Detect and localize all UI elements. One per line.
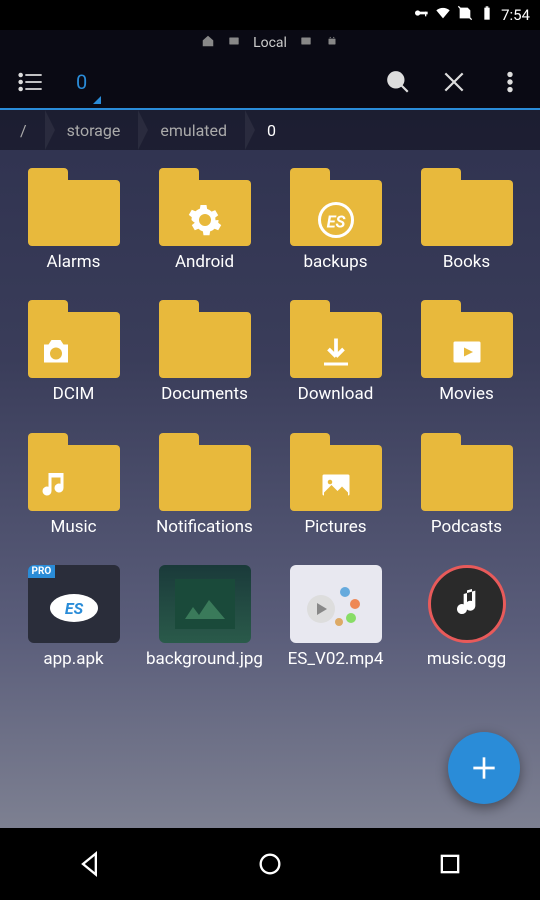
wifi-icon [435,5,451,25]
image-icon [318,467,354,503]
folder-item[interactable]: Alarms [12,168,135,272]
status-bar: 7:54 [0,0,540,30]
folder-icon [421,300,513,378]
tab-local-label[interactable]: Local [253,35,287,51]
file-label: backups [304,252,368,272]
folder-icon [421,168,513,246]
overflow-menu-button[interactable] [488,60,532,104]
file-label: Android [175,252,234,272]
file-label: DCIM [53,384,95,404]
file-item[interactable]: music.ogg [405,565,528,669]
file-label: Movies [439,384,494,404]
breadcrumb-segment[interactable]: storage [47,110,141,150]
folder-icon [28,168,120,246]
file-item[interactable]: background.jpg [143,565,266,669]
file-label: Notifications [156,517,253,537]
file-label: Pictures [304,517,366,537]
status-time: 7:54 [501,6,530,24]
android-nav-bar [0,828,540,900]
file-item[interactable]: ES_V02.mp4 [274,565,397,669]
svg-text:ES: ES [326,214,345,233]
file-label: Documents [161,384,248,404]
folder-item[interactable]: Android [143,168,266,272]
folder-item[interactable]: Movies [405,300,528,404]
download-icon [318,334,354,370]
folder-item[interactable]: Documents [143,300,266,404]
action-bar: 0 [0,56,540,110]
file-label: Books [443,252,490,272]
file-label: Music [50,517,96,537]
folder-item[interactable]: Music [12,433,135,537]
breadcrumb: / storage emulated 0 [0,110,540,150]
folder-item[interactable]: ES backups [274,168,397,272]
folder-icon [290,433,382,511]
file-label: Podcasts [431,517,502,537]
image-thumbnail [159,565,251,643]
breadcrumb-segment[interactable]: / [0,110,47,150]
apk-thumbnail: PRO ES [28,565,120,643]
recent-button[interactable] [420,844,480,884]
file-label: Download [298,384,374,404]
folder-icon [159,168,251,246]
home-button[interactable] [240,844,300,884]
file-item[interactable]: PRO ES app.apk [12,565,135,669]
close-button[interactable] [432,60,476,104]
home-icon[interactable] [201,34,215,52]
battery-icon [479,5,495,25]
folder-icon [290,300,382,378]
back-button[interactable] [60,844,120,884]
play-icon [449,334,485,370]
folder-icon [28,300,120,378]
music-icon [38,467,74,503]
breadcrumb-segment[interactable]: 0 [247,110,296,150]
audio-thumbnail [428,565,506,643]
folder-item[interactable]: Download [274,300,397,404]
folder-item[interactable]: Pictures [274,433,397,537]
window-tab-number: 0 [76,70,87,94]
folder-item[interactable]: Books [405,168,528,272]
android-icon[interactable] [325,34,339,52]
file-label: Alarms [47,252,101,272]
no-sim-icon [457,5,473,25]
window-tab-indicator[interactable]: 0 [64,56,99,108]
add-fab[interactable] [448,732,520,804]
svg-text:ES: ES [64,599,83,618]
folder-item[interactable]: Notifications [143,433,266,537]
menu-button[interactable] [8,60,52,104]
folder-icon [28,433,120,511]
camera-icon [38,334,74,370]
folder-icon: ES [290,168,382,246]
file-label: ES_V02.mp4 [288,649,384,669]
key-icon [413,5,429,25]
gear-icon [187,202,223,238]
folder-icon [159,433,251,511]
folder-item[interactable]: Podcasts [405,433,528,537]
pro-badge: PRO [28,565,56,578]
file-label: music.ogg [427,649,506,669]
folder-item[interactable]: DCIM [12,300,135,404]
sdcard-icon-2[interactable] [299,34,313,52]
file-label: background.jpg [146,649,263,669]
folder-icon [421,433,513,511]
location-tabs: Local [0,30,540,56]
file-grid: Alarms Android ES backups Books DCIM Documents… [0,150,540,688]
file-label: app.apk [43,649,103,669]
sdcard-icon[interactable] [227,34,241,52]
breadcrumb-segment[interactable]: emulated [140,110,247,150]
search-button[interactable] [376,60,420,104]
folder-icon [159,300,251,378]
video-thumbnail [290,565,382,643]
es-icon: ES [318,202,354,238]
